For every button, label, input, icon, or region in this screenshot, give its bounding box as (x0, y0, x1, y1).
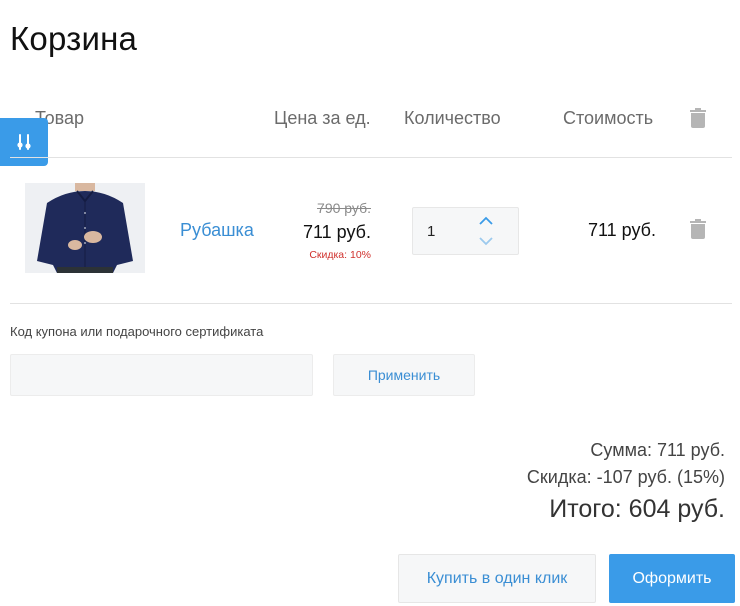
sliders-icon (17, 134, 31, 150)
column-header-cost: Стоимость (563, 108, 654, 128)
row-cost: 711 руб. (587, 220, 656, 240)
filter-button[interactable] (0, 118, 48, 166)
price-old: 790 руб. (317, 200, 371, 216)
apply-coupon-button[interactable]: Применить (333, 354, 475, 396)
checkout-button[interactable]: Оформить (609, 554, 735, 603)
quantity-stepper (412, 207, 519, 255)
shirt-photo (25, 183, 145, 273)
product-name-link[interactable]: Рубашка (180, 220, 254, 241)
price-new: 711 руб. (302, 222, 371, 242)
remove-item-trash-icon[interactable] (690, 219, 706, 239)
table-divider (10, 303, 732, 304)
summary-sum: Сумма: 711 руб. (590, 440, 725, 460)
quantity-increase-button[interactable] (478, 213, 494, 227)
column-header-price: Цена за ед. (274, 108, 371, 128)
page-title: Корзина (10, 20, 138, 57)
buy-one-click-button[interactable]: Купить в один клик (398, 554, 596, 603)
product-image[interactable] (25, 183, 145, 273)
summary-total: Итого: 604 руб. (549, 495, 725, 523)
price-discount: Скидка: 10% (309, 249, 371, 261)
quantity-decrease-button[interactable] (478, 234, 494, 248)
chevron-up-icon (479, 216, 493, 225)
coupon-label: Код купона или подарочного сертификата (10, 324, 264, 339)
coupon-input[interactable] (10, 354, 313, 396)
clear-cart-trash-icon[interactable] (690, 108, 706, 128)
column-header-quantity: Количество (404, 108, 501, 128)
table-divider (10, 157, 732, 158)
summary-discount: Скидка: -107 руб. (15%) (526, 467, 725, 487)
chevron-down-icon (479, 236, 493, 245)
